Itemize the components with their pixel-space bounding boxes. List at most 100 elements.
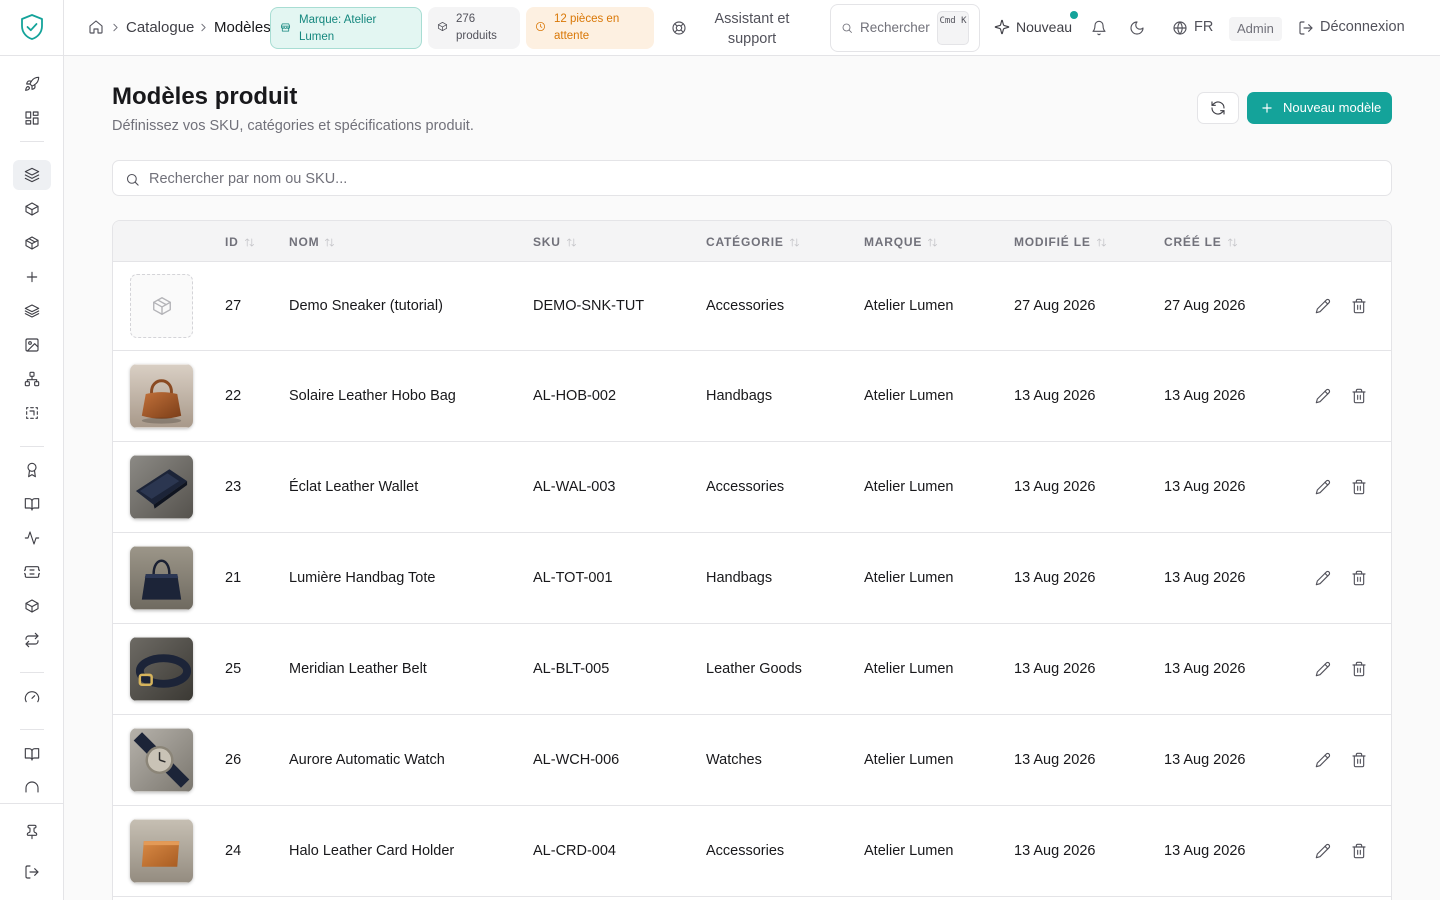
id-column-header[interactable]: ID (225, 235, 255, 249)
sidebar-divider (20, 729, 44, 730)
ticket-icon[interactable] (13, 557, 51, 587)
stack-icon[interactable] (13, 296, 51, 326)
row-name[interactable]: Éclat Leather Wallet (289, 479, 418, 495)
table-row[interactable]: 22 Solaire Leather Hobo Bag AL-HOB-002 Hand… (113, 351, 1391, 442)
row-category: Handbags (706, 570, 773, 586)
trash-icon[interactable] (1351, 298, 1367, 314)
trash-icon[interactable] (1351, 479, 1367, 495)
row-modified-date: 27 Aug 2026 (1014, 298, 1096, 314)
brand-filter-chip[interactable]: Marque: Atelier Lumen (270, 7, 422, 49)
trash-icon[interactable] (1351, 570, 1367, 586)
table-row[interactable]: 27 Demo Sneaker (tutorial) DEMO-SNK-TUT Acc… (113, 262, 1391, 351)
book-open-icon[interactable] (13, 489, 51, 519)
row-created-date: 13 Aug 2026 (1164, 661, 1246, 677)
headphones-icon[interactable] (13, 773, 51, 793)
plus-icon[interactable] (13, 262, 51, 292)
row-modified-date: 13 Aug 2026 (1014, 661, 1096, 677)
repeat-icon[interactable] (13, 625, 51, 655)
row-name[interactable]: Demo Sneaker (tutorial) (289, 298, 443, 314)
row-id: 26 (225, 752, 242, 768)
layers-icon[interactable] (13, 160, 51, 190)
life-buoy-icon[interactable] (671, 20, 687, 36)
pin-icon[interactable] (13, 817, 51, 847)
trash-icon[interactable] (1351, 843, 1367, 859)
select-frame-icon[interactable] (13, 398, 51, 428)
edit-icon[interactable] (1315, 570, 1331, 586)
sku-column-header[interactable]: SKU (533, 235, 577, 249)
rocket-icon[interactable] (13, 69, 51, 99)
globe-icon (1172, 20, 1188, 36)
row-name[interactable]: Solaire Leather Hobo Bag (289, 388, 456, 404)
package-icon[interactable] (13, 194, 51, 224)
book-icon[interactable] (13, 739, 51, 769)
logout-icon (1298, 20, 1314, 36)
row-created-date: 13 Aug 2026 (1164, 570, 1246, 586)
moon-icon[interactable] (1129, 20, 1145, 36)
row-name[interactable]: Meridian Leather Belt (289, 661, 427, 677)
category-column-header[interactable]: CATÉGORIE (706, 235, 800, 249)
assistant-support-link[interactable]: Assistant et support (704, 9, 800, 49)
trash-icon[interactable] (1351, 661, 1367, 677)
table-row[interactable]: 23 Éclat Leather Wallet AL-WAL-003 Accessor… (113, 442, 1391, 533)
pending-items-chip[interactable]: 12 pièces en attente (526, 7, 654, 49)
column-header-label: CATÉGORIE (706, 235, 784, 249)
global-search-button[interactable]: Rechercher Cmd K (830, 4, 980, 52)
chevron-right-icon (197, 21, 210, 34)
keyboard-shortcut: Cmd K (937, 11, 969, 45)
row-brand: Atelier Lumen (864, 388, 954, 404)
logout-icon[interactable] (13, 857, 51, 887)
product-thumbnail (130, 364, 193, 428)
activity-icon[interactable] (13, 523, 51, 553)
row-name[interactable]: Lumière Handbag Tote (289, 570, 435, 586)
table-row[interactable]: 21 Lumière Handbag Tote AL-TOT-001 Handbags… (113, 533, 1391, 624)
model-search-input[interactable] (149, 168, 1349, 190)
brand-column-header[interactable]: MARQUE (864, 235, 938, 249)
bell-icon[interactable] (1091, 20, 1107, 36)
home-icon[interactable] (88, 19, 104, 35)
box-icon[interactable] (13, 228, 51, 258)
row-modified-date: 13 Aug 2026 (1014, 570, 1096, 586)
row-sku: AL-WCH-006 (533, 752, 620, 768)
product-thumbnail (130, 455, 193, 519)
search-label: Rechercher (860, 20, 930, 35)
edit-icon[interactable] (1315, 752, 1331, 768)
edit-icon[interactable] (1315, 843, 1331, 859)
trash-icon[interactable] (1351, 752, 1367, 768)
row-modified-date: 13 Aug 2026 (1014, 843, 1096, 859)
shield-logo-icon[interactable] (20, 13, 44, 41)
trash-icon[interactable] (1351, 388, 1367, 404)
row-name[interactable]: Halo Leather Card Holder (289, 843, 454, 859)
created-column-header[interactable]: CRÉÉ LE (1164, 235, 1238, 249)
gauge-icon[interactable] (13, 682, 51, 712)
table-row[interactable]: 24 Halo Leather Card Holder AL-CRD-004 Acce… (113, 806, 1391, 897)
sidebar-divider (20, 141, 44, 142)
breadcrumb-models: Modèles (214, 19, 271, 36)
edit-icon[interactable] (1315, 479, 1331, 495)
name-column-header[interactable]: NOM (289, 235, 335, 249)
row-name[interactable]: Aurore Automatic Watch (289, 752, 445, 768)
hierarchy-icon[interactable] (13, 364, 51, 394)
image-icon[interactable] (13, 330, 51, 360)
modified-column-header[interactable]: MODIFIÉ LE (1014, 235, 1107, 249)
edit-icon[interactable] (1315, 388, 1331, 404)
row-brand: Atelier Lumen (864, 479, 954, 495)
new-model-button[interactable]: Nouveau modèle (1247, 92, 1392, 124)
pending-chip-label: 12 pièces en attente (554, 13, 620, 42)
products-count-chip[interactable]: 276 produits (428, 7, 520, 49)
edit-icon[interactable] (1315, 661, 1331, 677)
row-created-date: 27 Aug 2026 (1164, 298, 1246, 314)
breadcrumb-catalogue[interactable]: Catalogue (126, 19, 194, 36)
refresh-button[interactable] (1197, 92, 1239, 124)
edit-icon[interactable] (1315, 298, 1331, 314)
brand-chip-label: Marque: Atelier Lumen (299, 14, 377, 43)
product-thumbnail (130, 819, 193, 883)
sparkles-icon (994, 19, 1010, 35)
package-check-icon[interactable] (13, 591, 51, 621)
award-icon[interactable] (13, 455, 51, 485)
row-sku: AL-CRD-004 (533, 843, 616, 859)
sidebar-divider (0, 803, 64, 804)
dashboard-icon[interactable] (13, 103, 51, 133)
table-row[interactable]: 25 Meridian Leather Belt AL-BLT-005 Leather… (113, 624, 1391, 715)
topbar: Catalogue Modèles Marque: Atelier Lumen … (64, 0, 1440, 56)
table-row[interactable]: 26 Aurore Automatic Watch AL-WCH-006 Watche… (113, 715, 1391, 806)
